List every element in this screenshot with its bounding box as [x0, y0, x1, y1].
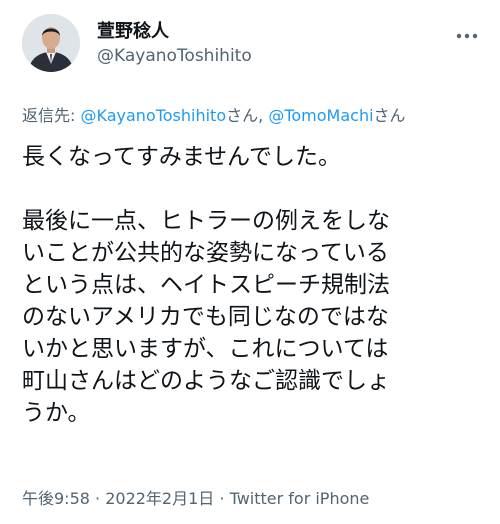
tweet-line: いことが公共的な姿勢になっている — [22, 240, 389, 266]
meta-separator: · — [214, 489, 230, 508]
tweet-meta: 午後9:58 · 2022年2月1日 · Twitter for iPhone — [22, 485, 369, 509]
tweet-line: という点は、ヘイトスピーチ規制法 — [22, 272, 390, 298]
user-handle[interactable]: @KayanoToshihito — [97, 46, 252, 66]
tweet-date[interactable]: 2022年2月1日 — [105, 489, 214, 508]
tweet-line: 町山さんはどのようなご認識でしょ — [22, 368, 390, 394]
reply-mention-tomomachi[interactable]: @TomoMachi — [268, 106, 373, 125]
reply-suffix-1: さん, — [226, 106, 269, 125]
reply-prefix: 返信先: — [22, 106, 81, 125]
meta-separator: · — [89, 489, 106, 508]
tweet-source[interactable]: Twitter for iPhone — [230, 489, 370, 508]
tweet-line: うか。 — [22, 400, 91, 426]
tweet-text: 長くなってすみませんでした。 最後に一点、ヒトラーの例えをしな いことが公共的な… — [22, 141, 482, 429]
display-name[interactable]: 萱野稔人 — [97, 17, 169, 43]
reply-context: 返信先: @KayanoToshihitoさん, @TomoMachiさん — [22, 102, 406, 126]
reply-suffix-2: さん — [373, 106, 406, 125]
avatar-photo — [22, 14, 80, 72]
tweet-line: 最後に一点、ヒトラーの例えをしな — [22, 208, 390, 234]
tweet-time[interactable]: 午後9:58 — [22, 489, 90, 508]
tweet-line: いかと思いますが、これについては — [22, 336, 389, 362]
more-dots-icon[interactable] — [455, 26, 479, 39]
tweet-line: 長くなってすみませんでした。 — [22, 144, 342, 170]
reply-mention-kayano[interactable]: @KayanoToshihito — [80, 106, 226, 125]
tweet-line: のないアメリカでも同じなのではな — [22, 304, 389, 330]
avatar[interactable] — [22, 14, 80, 72]
